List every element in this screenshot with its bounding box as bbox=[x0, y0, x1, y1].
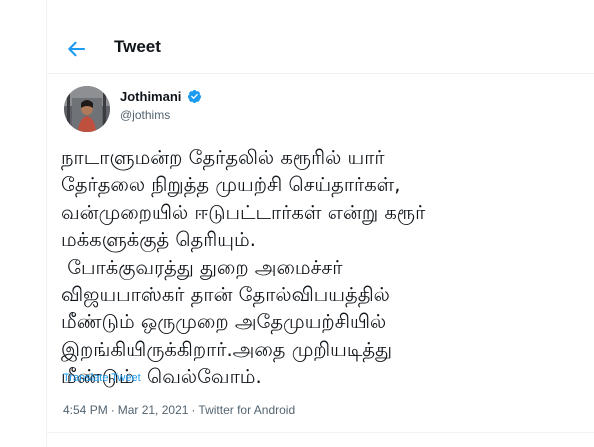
tweet-text-line: வன்முறையில் ஈடுபட்டார்கள் என்று கரூர் bbox=[61, 200, 426, 224]
tweet-date[interactable]: Mar 21, 2021 bbox=[118, 403, 189, 417]
back-button[interactable] bbox=[62, 35, 90, 63]
meta-separator: · bbox=[191, 403, 196, 417]
tweet-text-line: தேர்தலை நிறுத்த முயற்சி செய்தார்கள், bbox=[61, 173, 401, 197]
tweet-time[interactable]: 4:54 PM bbox=[63, 403, 108, 417]
tweet-text-line: மீண்டும் ஒருமுறை அதேமுயற்சியில் bbox=[61, 310, 387, 334]
author-handle[interactable]: @jothims bbox=[120, 108, 170, 122]
avatar[interactable] bbox=[64, 86, 110, 132]
meta-separator: · bbox=[110, 403, 115, 417]
tweet-text-line: இறங்கியிருக்கிறார்.அதை முறியடித்து bbox=[61, 337, 392, 361]
profile-photo bbox=[64, 86, 110, 132]
author-name[interactable]: Jothimani bbox=[120, 89, 181, 104]
tweet-page: Tweet Jothimani @jothims நாடாளுமன்ற தேர்… bbox=[0, 0, 594, 447]
tweet-text-line: போக்குவரத்து துறை அமைச்சர் bbox=[61, 255, 343, 279]
tweet-text-line: மக்களுக்குத் தெரியும். bbox=[61, 228, 256, 252]
tweet-text: நாடாளுமன்ற தேர்தலில் கரூரில் யார் தேர்தல… bbox=[61, 144, 581, 391]
tweet-source[interactable]: Twitter for Android bbox=[198, 403, 295, 417]
divider bbox=[47, 432, 594, 433]
tweet-metadata: 4:54 PM · Mar 21, 2021 · Twitter for Android bbox=[63, 403, 295, 417]
tweet-header: Tweet bbox=[47, 26, 594, 74]
tweet-column: Tweet Jothimani @jothims நாடாளுமன்ற தேர்… bbox=[46, 0, 594, 447]
tweet-text-line: நாடாளுமன்ற தேர்தலில் கரூரில் யார் bbox=[61, 146, 385, 169]
arrow-left-icon bbox=[68, 41, 85, 57]
translate-tweet-link[interactable]: Translate Tweet bbox=[63, 372, 141, 384]
verified-badge-icon bbox=[187, 89, 202, 104]
tweet-text-line: விஜயபாஸ்கர் தான் தோல்விபயத்தில் bbox=[61, 283, 390, 307]
page-title: Tweet bbox=[114, 37, 161, 56]
